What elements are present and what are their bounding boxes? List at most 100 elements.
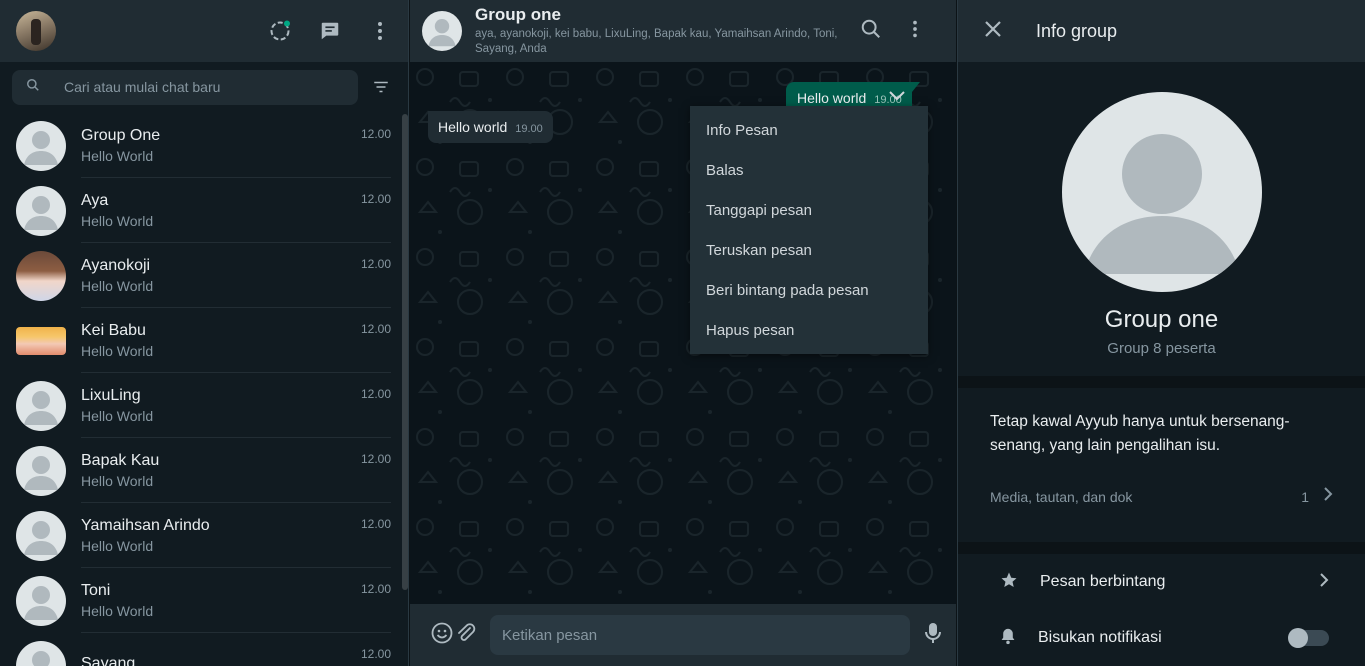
conversation-members: aya, ayanokoji, kei babu, LixuLing, Bapa… [475,28,838,55]
chat-time: 12.00 [360,452,391,466]
media-label: Media, tautan, dan dok [990,488,1133,505]
search-messages-icon[interactable] [860,18,882,45]
chat-last-message: Hello World [81,602,154,619]
menu-icon[interactable] [368,19,392,43]
close-icon[interactable] [984,20,1002,43]
chat-list-pane: Group One Hello World 12.00 Aya Hello World… [0,0,409,666]
chat-name: Yamaihsan Arindo [81,516,210,534]
menu-item-teruskan[interactable]: Teruskan pesan [690,230,928,270]
group-avatar-icon[interactable] [422,11,462,51]
chat-name: Kei Babu [81,321,146,339]
conversation-pane: Group one aya, ayanokoji, kei babu, Lixu… [410,0,956,666]
chat-last-message: Hello World [81,407,154,424]
contact-photo-avatar [16,250,66,301]
star-icon [1000,571,1018,594]
chat-list-scrollbar[interactable] [402,114,408,590]
chevron-down-icon[interactable] [888,88,906,106]
chat-item-ayanokoji[interactable]: Ayanokoji Hello World 12.00 [0,243,402,308]
menu-item-hapus[interactable]: Hapus pesan [690,310,928,350]
message-time: 19.00 [515,123,543,135]
group-name: Group one [1104,306,1219,333]
chat-last-message: Hello World [81,342,154,359]
filter-icon[interactable] [366,78,396,96]
chat-time: 12.00 [360,322,391,336]
chat-item-lixuling[interactable]: LixuLing Hello World 12.00 [0,373,402,438]
bell-icon [1000,627,1016,650]
message-context-menu: Info Pesan Balas Tanggapi pesan Teruskan… [690,106,928,354]
message-text: Hello world [797,90,867,106]
chat-item-bapak-kau[interactable]: Bapak Kau Hello World 12.00 [0,438,402,503]
chat-item-sayang[interactable]: Sayang 12.00 [0,633,402,666]
attach-icon[interactable] [454,621,478,650]
group-large-avatar-icon[interactable] [1061,92,1262,292]
default-avatar-icon [16,575,66,626]
starred-messages-row[interactable]: Pesan berbintang [958,554,1365,610]
group-description: Tetap kawal Ayyub hanya untuk bersenang-… [990,413,1290,454]
message-composer [410,604,956,666]
default-avatar-icon [16,120,66,171]
default-avatar-icon [16,640,66,666]
conversation-title: Group one [475,5,561,24]
menu-item-balas[interactable]: Balas [690,150,928,190]
chat-name: Aya [81,191,109,209]
chat-last-message: Hello World [81,537,154,554]
search-input[interactable] [64,79,324,95]
group-info-pane: Info group Group one Group 8 peserta Tet… [957,0,1365,666]
default-avatar-icon [16,185,66,236]
message-text: Hello world [438,119,508,135]
chat-item-kei-babu[interactable]: Kei Babu Hello World 12.00 [0,308,402,373]
conversation-header[interactable]: Group one aya, ayanokoji, kei babu, Lixu… [410,0,956,62]
menu-item-beri-bintang[interactable]: Beri bintang pada pesan [690,270,928,310]
mute-toggle[interactable] [1288,628,1329,648]
group-profile-card: Group one Group 8 peserta [958,62,1365,376]
mute-notifications-label: Bisukan notifikasi [1038,629,1162,646]
chat-name: Group One [81,126,161,144]
chat-list: Group One Hello World 12.00 Aya Hello World… [0,113,402,666]
search-icon [26,78,40,97]
new-chat-icon[interactable] [318,19,342,43]
default-avatar-icon [16,380,66,431]
left-header [0,0,408,62]
chat-name: Toni [81,581,111,599]
emoji-icon[interactable] [430,621,454,650]
group-member-count: Group 8 peserta [1107,340,1216,357]
my-profile-avatar[interactable] [16,11,56,51]
chat-name: Bapak Kau [81,451,160,469]
chat-time: 12.00 [360,127,391,141]
chat-name: Sayang [81,654,136,666]
chat-last-message: Hello World [81,277,154,294]
contact-photo-avatar [16,326,66,355]
chat-last-message: Hello World [81,472,154,489]
chat-item-yamaihsan-arindo[interactable]: Yamaihsan Arindo Hello World 12.00 [0,503,402,568]
chat-last-message: Hello World [81,147,154,164]
group-description-card: Tetap kawal Ayyub hanya untuk bersenang-… [958,388,1365,542]
conversation-menu-icon[interactable] [904,18,926,45]
chat-time: 12.00 [360,647,391,661]
chat-last-message: Hello World [81,212,154,229]
group-info-title: Info group [1036,20,1118,41]
media-links-docs-row[interactable]: Media, tautan, dan dok 1 [990,486,1333,507]
chat-name: Ayanokoji [81,256,151,274]
chat-item-toni[interactable]: Toni Hello World 12.00 [0,568,402,633]
chat-name: LixuLing [81,386,141,404]
group-info-header: Info group [958,0,1365,62]
search-box[interactable] [12,69,358,105]
chat-time: 12.00 [360,192,391,206]
group-options-card: Pesan berbintang Bisukan notifikasi [958,554,1365,666]
chat-time: 12.00 [360,387,391,401]
chat-item-aya[interactable]: Aya Hello World 12.00 [0,178,402,243]
mute-notifications-row[interactable]: Bisukan notifikasi [958,610,1365,666]
chevron-right-icon [1319,572,1329,593]
search-row [0,62,408,112]
starred-messages-label: Pesan berbintang [1040,573,1166,590]
incoming-message[interactable]: Hello world 19.00 [428,111,553,143]
chat-time: 12.00 [360,582,391,596]
microphone-icon[interactable] [922,621,944,650]
message-input[interactable] [490,615,910,655]
default-avatar-icon [16,445,66,496]
menu-item-tanggapi[interactable]: Tanggapi pesan [690,190,928,230]
chat-item-group-one[interactable]: Group One Hello World 12.00 [0,113,402,178]
status-icon[interactable] [268,19,292,43]
default-avatar-icon [16,510,66,561]
menu-item-info-pesan[interactable]: Info Pesan [690,110,928,150]
